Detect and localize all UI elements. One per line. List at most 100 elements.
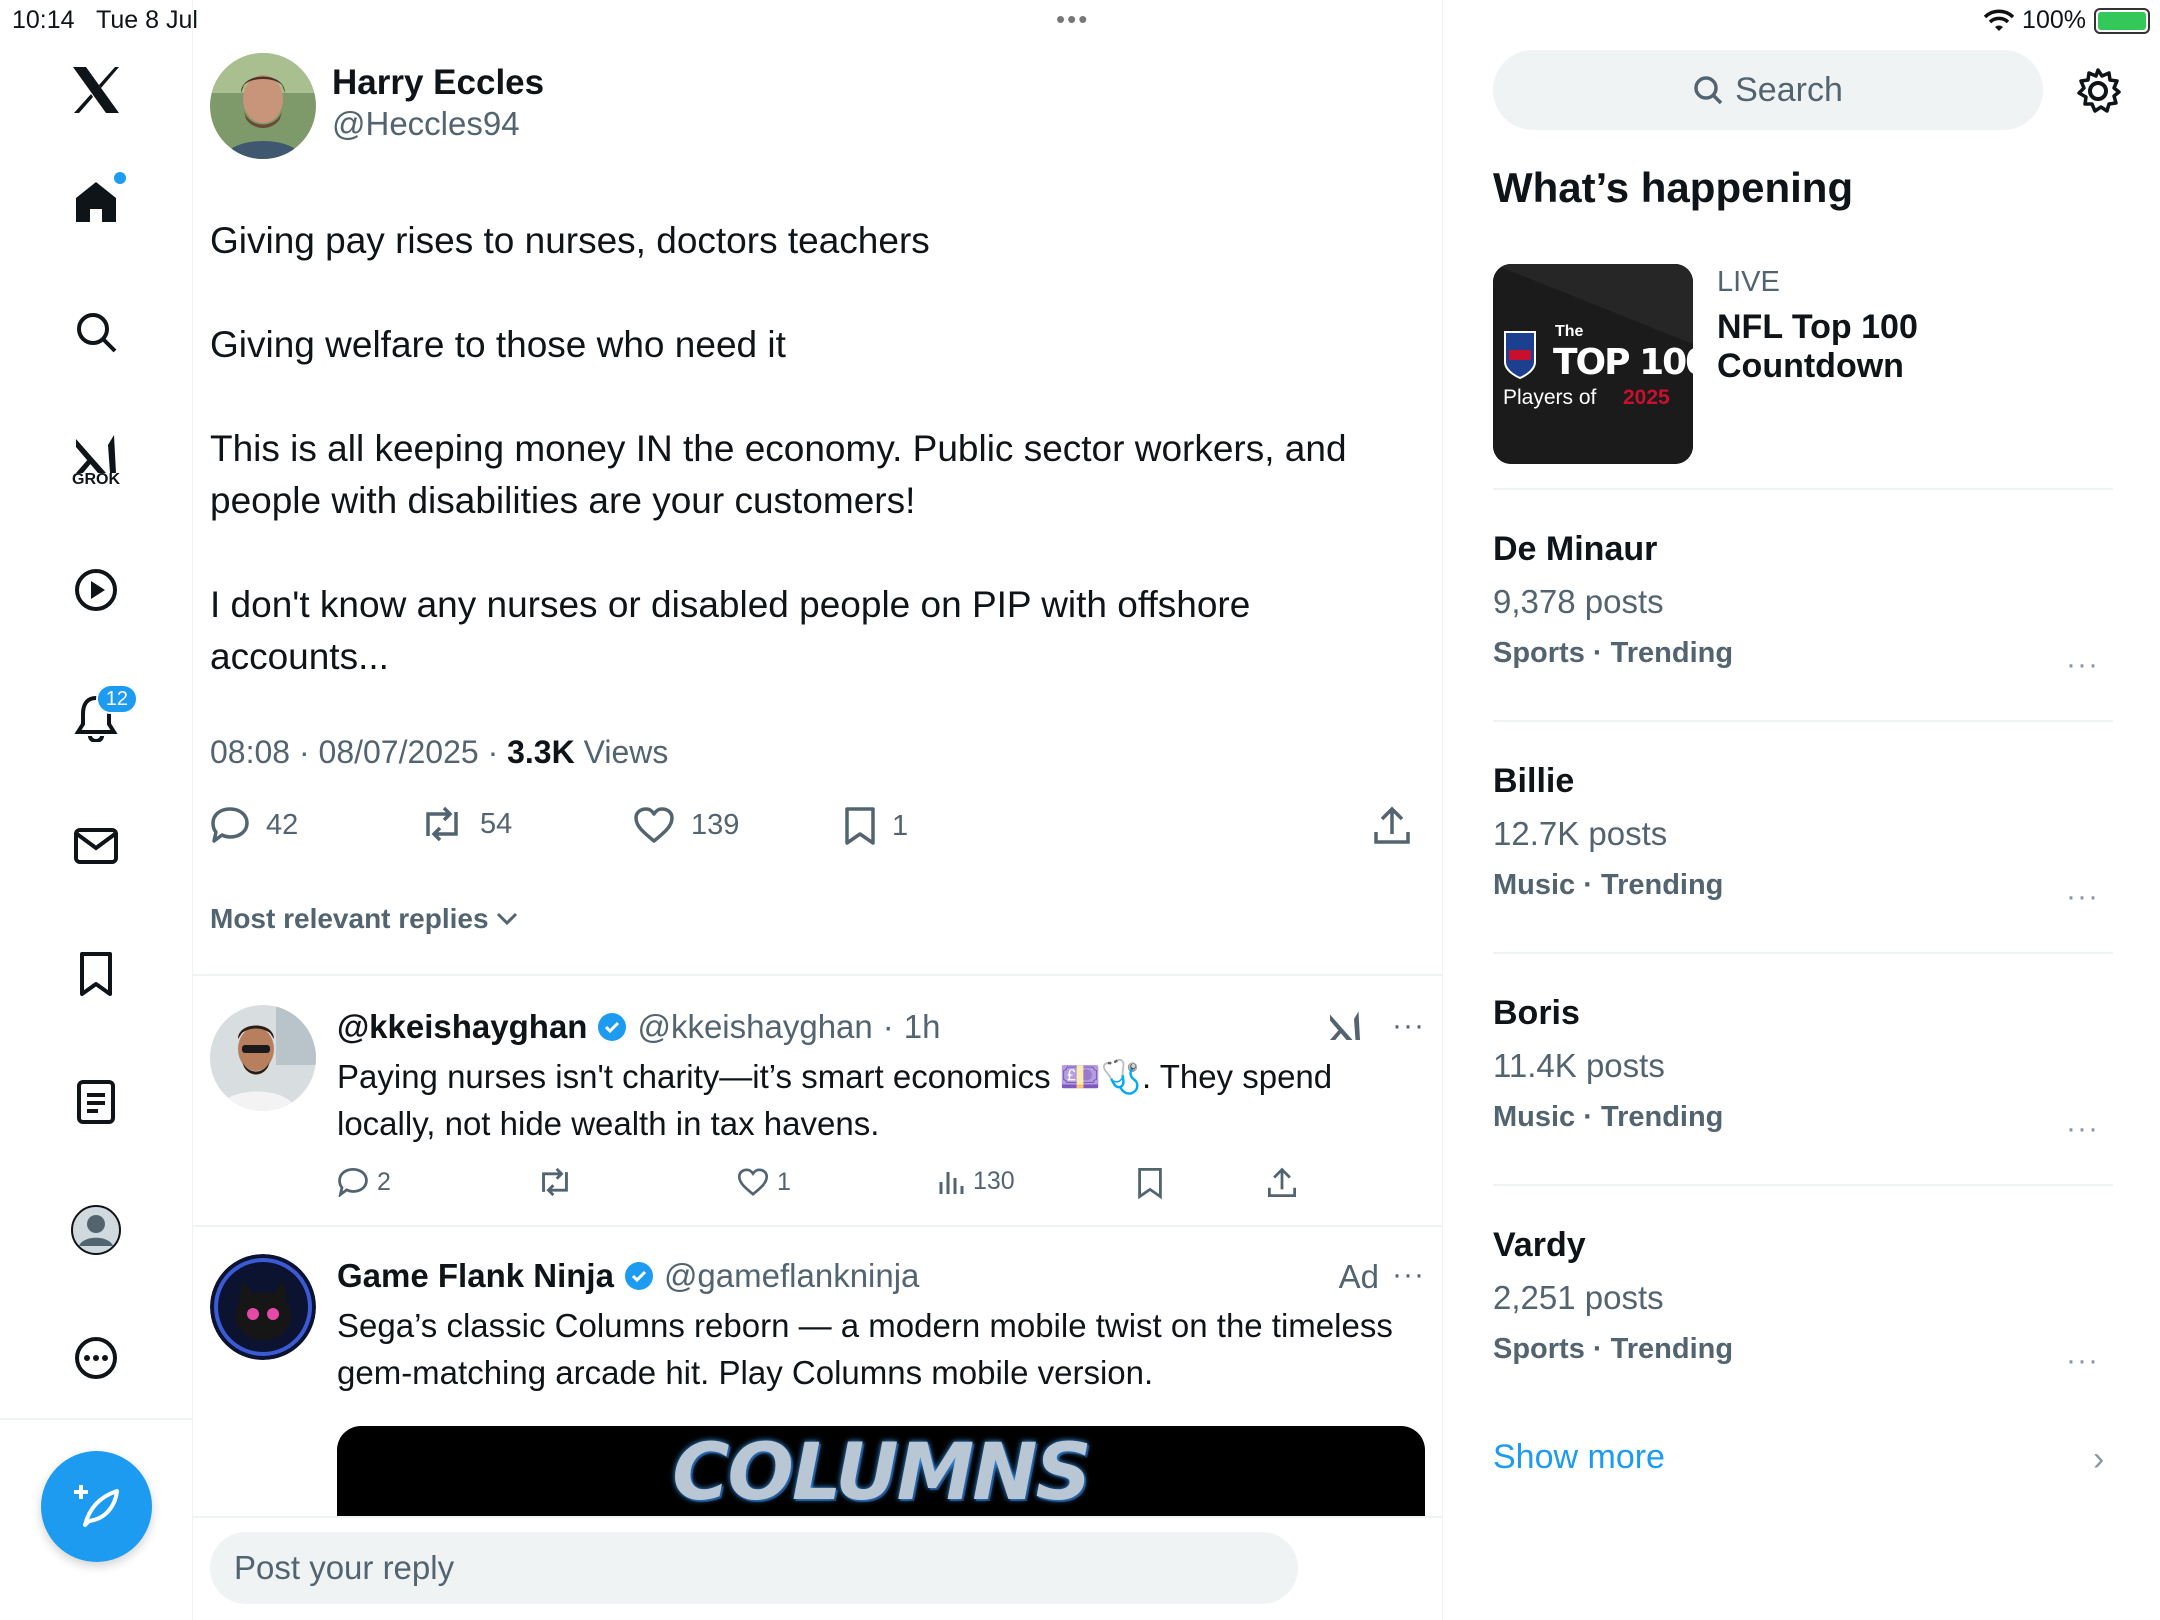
reply-item[interactable]: @kkeishayghan @kkeishayghan · 1h ··· Pay… bbox=[210, 1005, 1425, 1225]
bookmark-count: 1 bbox=[892, 809, 909, 842]
nav-video[interactable] bbox=[56, 550, 136, 630]
trend-name: Billie bbox=[1493, 762, 1575, 800]
compose-button[interactable] bbox=[41, 1451, 152, 1562]
reply-views-count: 130 bbox=[973, 1167, 1015, 1195]
sort-label: Most relevant replies bbox=[210, 903, 489, 934]
live-event-card[interactable]: The TOP 100 Players of 2025 LIVE NFL Top… bbox=[1493, 264, 2113, 464]
grok-icon[interactable] bbox=[1327, 1007, 1363, 1043]
more-options-icon[interactable]: ··· bbox=[2066, 1344, 2099, 1378]
tweet-date[interactable]: 08/07/2025 bbox=[319, 734, 479, 770]
nav-bookmarks[interactable] bbox=[56, 934, 136, 1014]
more-circle-icon bbox=[75, 1337, 117, 1379]
chevron-right-icon[interactable]: › bbox=[2093, 1440, 2104, 1479]
reply-like-button[interactable]: 1 bbox=[737, 1167, 791, 1197]
reply-bookmark-button[interactable] bbox=[1137, 1167, 1163, 1199]
live-event-thumbnail: The TOP 100 Players of 2025 bbox=[1493, 264, 1693, 464]
heart-icon bbox=[737, 1168, 769, 1196]
home-icon bbox=[76, 182, 116, 222]
nav-grok[interactable]: GROK bbox=[56, 420, 136, 500]
reply-button[interactable]: 42 bbox=[210, 806, 298, 844]
reply-actions: 2 1 130 bbox=[337, 1167, 1425, 1207]
profile-avatar-icon bbox=[71, 1205, 121, 1255]
live-label: LIVE bbox=[1717, 266, 1780, 298]
trend-posts: 2,251 posts bbox=[1493, 1279, 1664, 1316]
repost-button[interactable]: 54 bbox=[420, 806, 512, 842]
reply-views-button[interactable]: 130 bbox=[937, 1167, 1015, 1196]
author-handle[interactable]: @Heccles94 bbox=[332, 105, 544, 143]
nav-more[interactable] bbox=[56, 1318, 136, 1398]
thumb-top100-text: TOP 100 bbox=[1553, 342, 1693, 383]
whats-happening-title: What’s happening bbox=[1493, 164, 1854, 211]
share-button[interactable] bbox=[1373, 806, 1411, 846]
bookmark-icon bbox=[1138, 1168, 1162, 1199]
reply-share-button[interactable] bbox=[1267, 1167, 1297, 1199]
bookmark-icon bbox=[845, 807, 875, 845]
show-more-link[interactable]: Show more bbox=[1493, 1438, 1665, 1477]
verified-badge-icon bbox=[624, 1262, 653, 1290]
reply-avatar[interactable] bbox=[210, 1005, 316, 1111]
play-circle-icon bbox=[75, 569, 117, 611]
trend-item[interactable]: De Minaur 9,378 posts Sports · Trending … bbox=[1493, 530, 2113, 710]
notifications-badge: 12 bbox=[95, 684, 138, 714]
more-options-icon[interactable]: ··· bbox=[2066, 648, 2099, 682]
share-icon bbox=[1374, 806, 1410, 844]
author-name[interactable]: Harry Eccles bbox=[332, 63, 544, 103]
reply-repost-button[interactable] bbox=[537, 1167, 573, 1197]
divider bbox=[1493, 488, 2113, 490]
home-unread-dot bbox=[114, 172, 126, 184]
tweet-time[interactable]: 08:08 bbox=[210, 734, 290, 770]
more-options-icon[interactable]: ··· bbox=[2066, 1112, 2099, 1146]
author-avatar[interactable] bbox=[210, 53, 316, 159]
divider bbox=[1493, 952, 2113, 954]
views-count: 3.3K bbox=[507, 734, 575, 770]
feather-plus-icon bbox=[73, 1484, 119, 1527]
trend-item[interactable]: Vardy 2,251 posts Sports · Trending ··· bbox=[1493, 1226, 2113, 1406]
trend-name: Boris bbox=[1493, 994, 1580, 1032]
tweet-author[interactable]: Harry Eccles @Heccles94 bbox=[210, 53, 544, 159]
reply-input[interactable] bbox=[210, 1532, 1298, 1604]
search-bar[interactable]: Search bbox=[1493, 50, 2043, 130]
nav-home[interactable] bbox=[56, 162, 136, 242]
more-options-icon[interactable]: ··· bbox=[1392, 1258, 1425, 1292]
list-icon bbox=[77, 1080, 115, 1124]
ad-author-handle[interactable]: @gameflankninja bbox=[664, 1257, 919, 1295]
gear-icon[interactable] bbox=[2073, 66, 2123, 116]
trend-name: De Minaur bbox=[1493, 530, 1658, 568]
ad-author-name[interactable]: Game Flank Ninja bbox=[337, 1257, 614, 1295]
trend-item[interactable]: Boris 11.4K posts Music · Trending ··· bbox=[1493, 994, 2113, 1174]
reply-text: Paying nurses isn't charity—it’s smart e… bbox=[337, 1058, 1333, 1142]
divider bbox=[1493, 720, 2113, 722]
bookmark-button[interactable]: 1 bbox=[844, 806, 908, 846]
ad-item[interactable]: Game Flank Ninja @gameflankninja Ad ··· … bbox=[210, 1254, 1425, 1586]
ad-avatar[interactable] bbox=[210, 1254, 316, 1360]
like-button[interactable]: 139 bbox=[633, 806, 739, 844]
grok-label: GROK bbox=[72, 471, 120, 488]
views-chart-icon bbox=[939, 1171, 964, 1194]
nav-explore[interactable] bbox=[56, 292, 136, 372]
reply-composer bbox=[193, 1516, 1442, 1620]
reply-author-handle[interactable]: @kkeishayghan bbox=[637, 1008, 872, 1046]
divider bbox=[193, 1225, 1442, 1227]
replies-sort-dropdown[interactable]: Most relevant replies bbox=[210, 903, 519, 935]
ad-label: Ad bbox=[1338, 1258, 1379, 1295]
nav-lists[interactable] bbox=[56, 1062, 136, 1142]
reply-age[interactable]: 1h bbox=[904, 1008, 941, 1046]
reply-count: 42 bbox=[266, 808, 299, 841]
trend-item[interactable]: Billie 12.7K posts Music · Trending ··· bbox=[1493, 762, 2113, 942]
right-sidebar: Search What’s happening The TOP 100 Play… bbox=[1443, 0, 2160, 1620]
nav-notifications[interactable]: 12 bbox=[56, 678, 138, 758]
heart-icon bbox=[634, 807, 674, 843]
trend-category: Sports · Trending bbox=[1493, 637, 1734, 669]
more-options-icon[interactable]: ··· bbox=[2066, 880, 2099, 914]
nav-messages[interactable] bbox=[56, 806, 136, 886]
repost-icon bbox=[426, 806, 458, 842]
x-logo-icon[interactable] bbox=[56, 50, 136, 130]
ad-text: Sega’s classic Columns reborn — a modern… bbox=[337, 1307, 1393, 1391]
nav-profile[interactable] bbox=[56, 1190, 136, 1270]
trend-posts: 12.7K posts bbox=[1493, 815, 1668, 852]
tweet-meta: 08:08 · 08/07/2025 · 3.3K Views bbox=[210, 734, 669, 770]
reply-reply-button[interactable]: 2 bbox=[337, 1167, 391, 1197]
more-options-icon[interactable]: ··· bbox=[1392, 1009, 1425, 1043]
search-placeholder: Search bbox=[1735, 70, 1843, 109]
reply-author-name[interactable]: @kkeishayghan bbox=[337, 1008, 587, 1046]
